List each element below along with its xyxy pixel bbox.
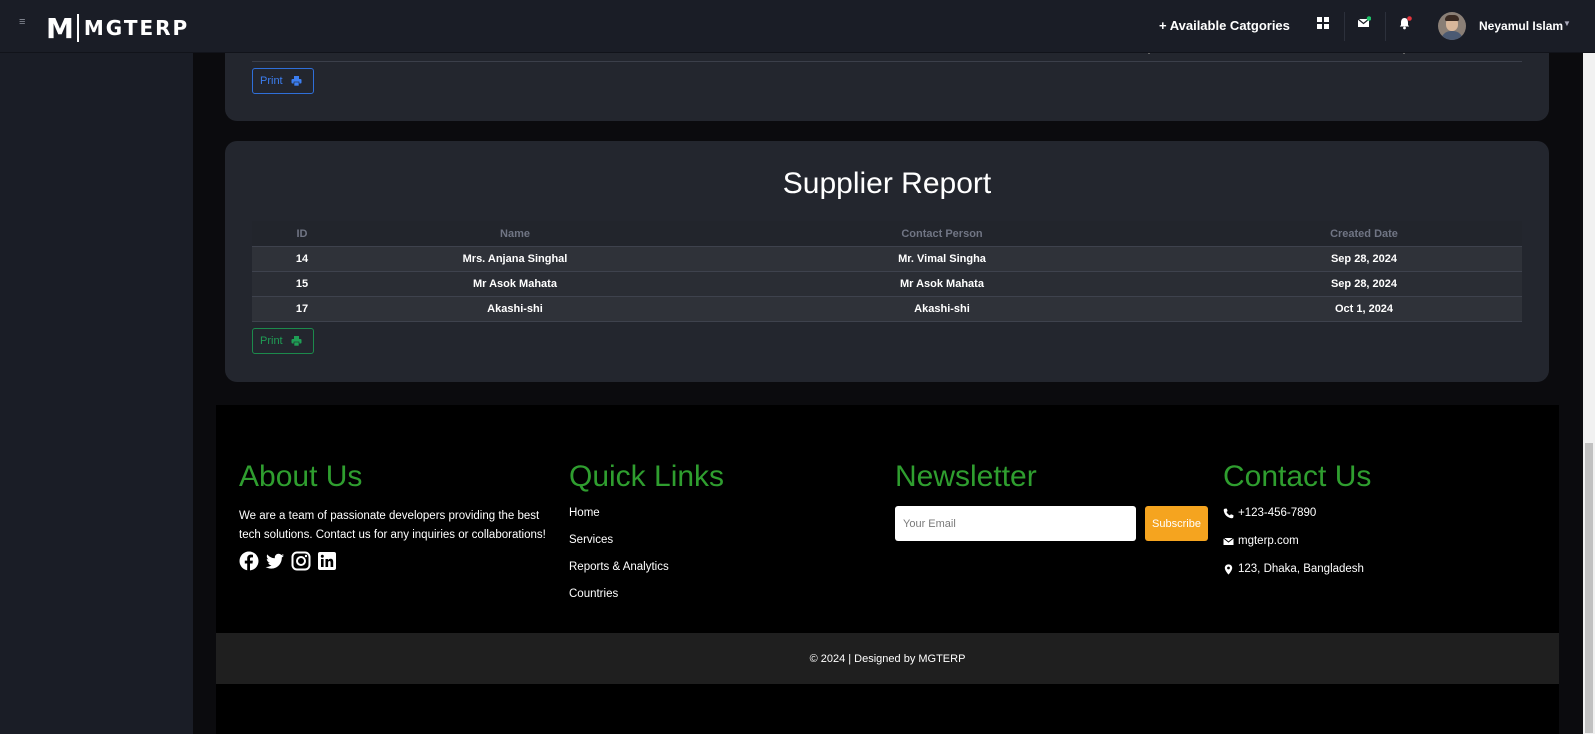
brand-mark: M xyxy=(46,11,74,45)
contact-email-text[interactable]: mgterp.com xyxy=(1238,535,1299,547)
navbar-divider xyxy=(1385,12,1386,41)
subscribe-button[interactable]: Subscribe xyxy=(1145,506,1208,541)
previous-report-card: Print xyxy=(225,50,1549,121)
printer-icon xyxy=(291,336,302,346)
quick-link-services[interactable]: Services xyxy=(569,532,724,559)
contact-email: mgterp.com xyxy=(1223,535,1371,563)
print-supplier-report-button[interactable]: Print xyxy=(252,328,314,354)
facebook-icon[interactable] xyxy=(239,551,259,571)
cell-name: Mr Asok Mahata xyxy=(473,278,557,290)
grid-icon[interactable] xyxy=(1316,16,1330,30)
chevron-down-icon[interactable]: ▼ xyxy=(1563,19,1571,28)
cell-contact-person: Mr. Vimal Singha xyxy=(898,253,986,265)
menu-toggle-icon[interactable]: ≡ xyxy=(19,17,29,28)
navbar-divider xyxy=(1344,12,1345,41)
quick-links-heading: Quick Links xyxy=(569,460,725,493)
column-header-contact-person[interactable]: Contact Person xyxy=(678,228,1206,240)
brand-name: MGTERP xyxy=(83,16,190,40)
social-links xyxy=(239,551,555,571)
user-name[interactable]: Neyamul Islam xyxy=(1479,19,1563,33)
top-navbar: ≡ M MGTERP + Available Catgories Neyamul… xyxy=(0,0,1595,53)
printer-icon xyxy=(291,76,302,86)
print-button-label: Print xyxy=(260,335,283,347)
print-button-label: Print xyxy=(260,75,283,87)
footer-quick-links: Quick Links Home Services Reports & Anal… xyxy=(569,460,724,613)
table-header: ID Name Contact Person Created Date xyxy=(252,221,1522,246)
cell-created-date: Sep 28, 2024 xyxy=(1330,253,1398,265)
supplier-report-card: Supplier Report ID Name Contact Person C… xyxy=(225,141,1549,382)
linkedin-icon[interactable] xyxy=(317,551,337,571)
contact-address-text: 123, Dhaka, Bangladesh xyxy=(1238,563,1364,575)
newsletter-heading: Newsletter xyxy=(895,460,1037,493)
cell-id: 17 xyxy=(295,303,309,315)
available-categories-link[interactable]: + Available Catgories xyxy=(1159,18,1290,33)
about-text: We are a team of passionate developers p… xyxy=(239,510,546,541)
footer-contact: Contact Us +123-456-7890 mgterp.com 123,… xyxy=(1223,460,1371,591)
column-header-name[interactable]: Name xyxy=(352,228,678,240)
quick-link-countries[interactable]: Countries xyxy=(569,586,724,613)
cell-contact-person: Akashi-shi xyxy=(914,303,970,315)
cell-name: Akashi-shi xyxy=(487,303,543,315)
contact-address: 123, Dhaka, Bangladesh xyxy=(1223,563,1371,591)
copyright-bar: © 2024 | Designed by MGTERP xyxy=(216,633,1559,684)
cell-name: Mrs. Anjana Singhal xyxy=(462,253,568,265)
page-scrollbar[interactable] xyxy=(1583,53,1595,734)
column-header-id[interactable]: ID xyxy=(252,228,352,240)
map-pin-icon xyxy=(1224,564,1233,575)
newsletter-form: Subscribe xyxy=(895,506,1208,541)
table-bottom-border xyxy=(252,61,1522,62)
envelope-icon xyxy=(1223,537,1234,545)
cell-created-date: Oct 1, 2024 xyxy=(1334,303,1394,315)
contact-phone-text: +123-456-7890 xyxy=(1238,507,1317,519)
brand-divider xyxy=(76,14,79,42)
newsletter-email-input[interactable] xyxy=(895,506,1136,541)
table-row: 15 Mr Asok Mahata Mr Asok Mahata Sep 28,… xyxy=(252,271,1522,296)
phone-icon xyxy=(1223,508,1234,519)
supplier-table: ID Name Contact Person Created Date 14 M… xyxy=(252,221,1522,322)
site-footer: About Us We are a team of passionate dev… xyxy=(216,405,1559,734)
footer-newsletter: Newsletter Subscribe xyxy=(895,460,1208,541)
copyright-text: © 2024 | Designed by MGTERP xyxy=(809,652,966,665)
table-row: 17 Akashi-shi Akashi-shi Oct 1, 2024 xyxy=(252,296,1522,321)
about-heading: About Us xyxy=(239,460,363,493)
mail-icon[interactable] xyxy=(1357,16,1371,30)
quick-links-list: Home Services Reports & Analytics Countr… xyxy=(569,505,724,613)
contact-heading: Contact Us xyxy=(1223,460,1372,493)
column-header-created-date[interactable]: Created Date xyxy=(1206,228,1522,240)
cell-created-date: Sep 28, 2024 xyxy=(1330,278,1398,290)
brand-logo[interactable]: M MGTERP xyxy=(46,11,190,45)
bell-icon[interactable] xyxy=(1398,16,1412,30)
scrollbar-thumb[interactable] xyxy=(1585,443,1593,733)
contact-phone: +123-456-7890 xyxy=(1223,507,1371,535)
sidebar xyxy=(0,53,193,734)
cell-contact-person: Mr Asok Mahata xyxy=(900,278,984,290)
table-row: 14 Mrs. Anjana Singhal Mr. Vimal Singha … xyxy=(252,246,1522,271)
contact-list: +123-456-7890 mgterp.com 123, Dhaka, Ban… xyxy=(1223,507,1371,591)
cell-id: 15 xyxy=(295,278,309,290)
twitter-icon[interactable] xyxy=(265,551,285,571)
quick-link-reports[interactable]: Reports & Analytics xyxy=(569,559,724,586)
table-bottom-border xyxy=(252,321,1522,322)
report-title: Supplier Report xyxy=(782,167,992,200)
cell-id: 14 xyxy=(295,253,309,265)
print-button[interactable]: Print xyxy=(252,68,314,94)
footer-about: About Us We are a team of passionate dev… xyxy=(239,460,555,571)
avatar[interactable] xyxy=(1438,12,1466,40)
quick-link-home[interactable]: Home xyxy=(569,505,724,532)
instagram-icon[interactable] xyxy=(291,551,311,571)
